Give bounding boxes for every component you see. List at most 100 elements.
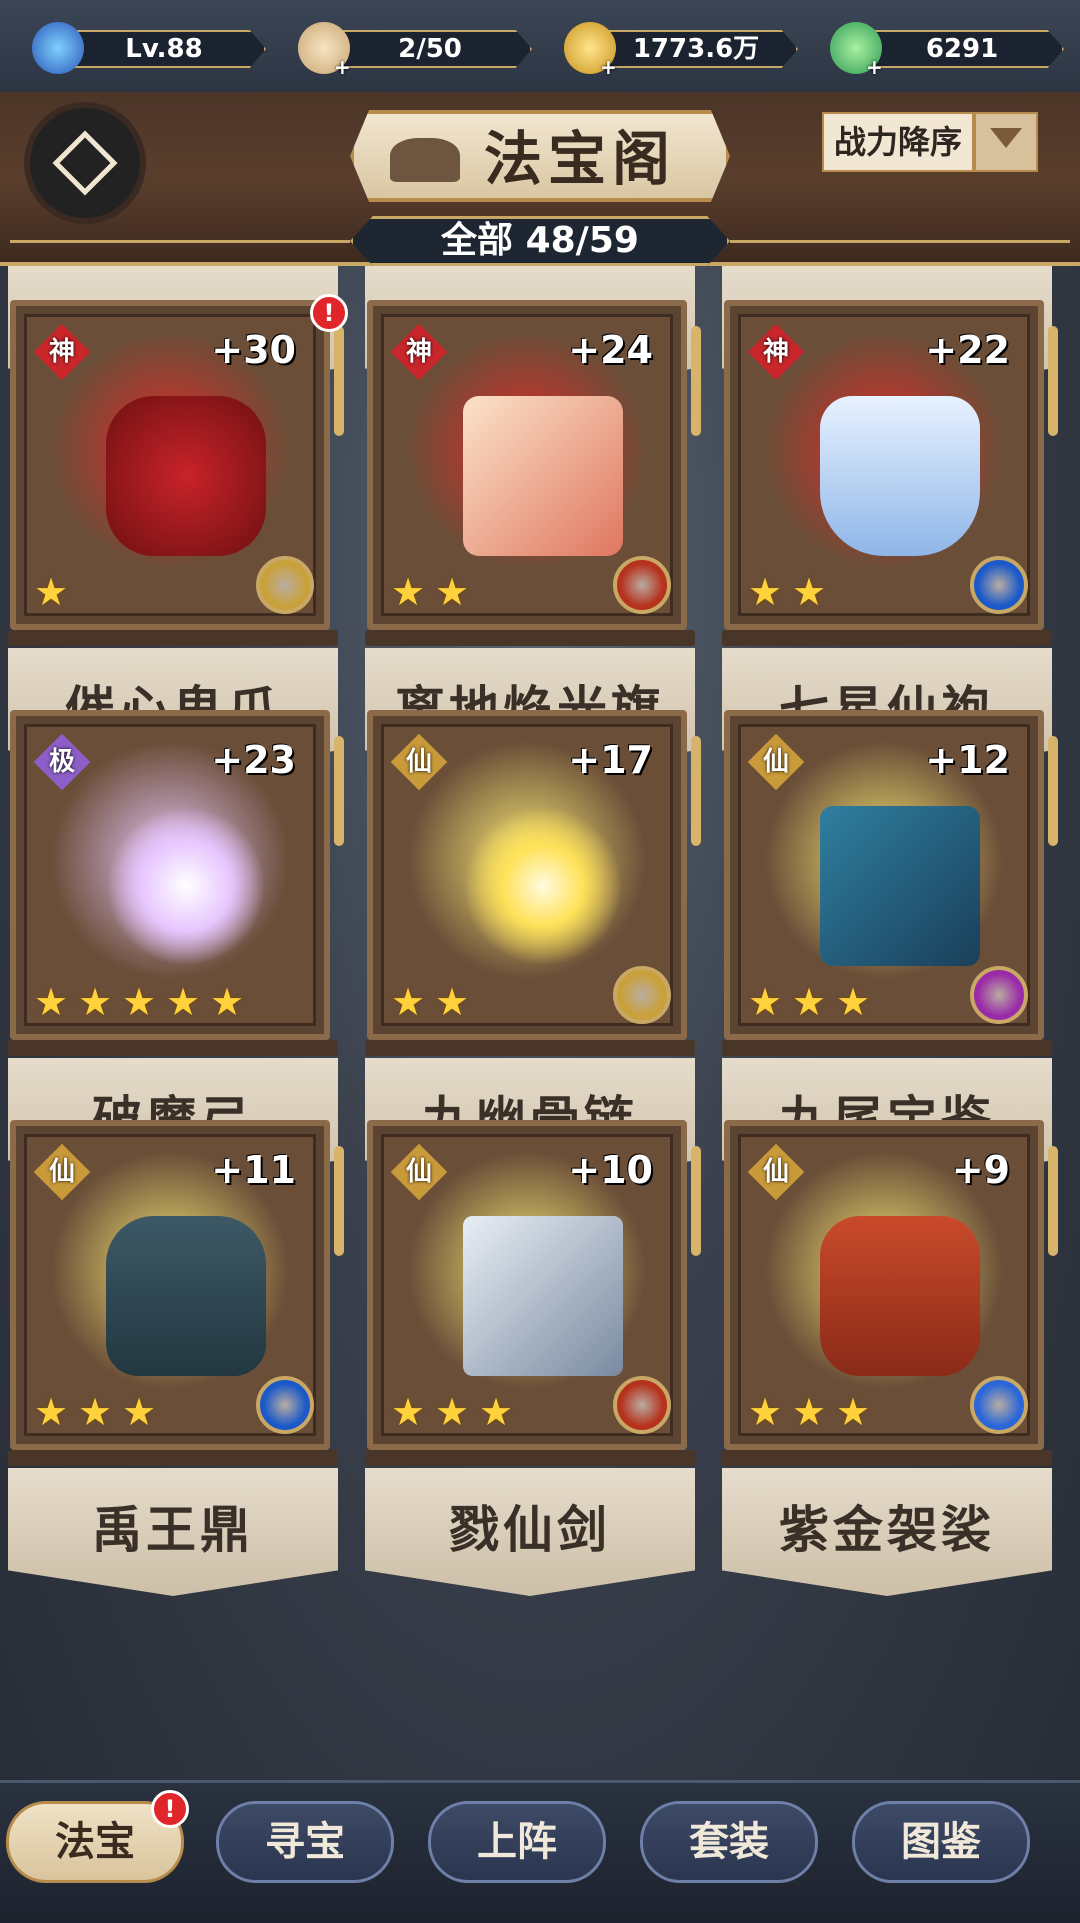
star-icon: ★ [792,570,827,614]
star-icon: ★ [435,980,470,1024]
hanging-rod [1048,736,1058,846]
tab-tujian[interactable]: 图鉴 [852,1801,1030,1883]
rank-label: 仙 [762,747,789,777]
tab-label: 图鉴 [901,1819,981,1865]
hanging-rod [1048,1146,1058,1256]
treasure-frame: 仙 +10 ★ ★ ★ [367,1120,701,1450]
tab-shangzhen[interactable]: 上阵 [428,1801,606,1883]
rank-label: 神 [48,337,75,367]
hanging-rod [1048,326,1058,436]
tab-label: 套装 [689,1819,769,1865]
name-banner: 禹王鼎 [8,1468,338,1596]
add-gold-icon[interactable]: + [600,57,618,77]
enhance-level: +11 [211,1148,296,1192]
rank-label: 仙 [762,1157,789,1187]
star-rating: ★ ★ [391,982,479,1022]
shelf [722,1450,1052,1466]
enhance-level: +17 [568,738,653,782]
star-icon: ★ [34,1390,69,1434]
shelf [722,630,1052,646]
sort-dropdown[interactable]: 战力降序 [822,112,974,172]
title-plate: 法宝阁 [350,110,730,202]
enhance-level: +22 [925,328,1010,372]
hanging-rod [691,326,701,436]
cauldron-icon [106,1216,266,1376]
element-gold-icon [613,966,671,1024]
hanging-rod [334,1146,344,1256]
tab-label: 法宝 [55,1819,135,1865]
treasure-frame: 仙 +9 ★ ★ ★ [724,1120,1058,1450]
banner-icon [463,396,623,556]
star-rating: ★ ★ ★ [34,1392,166,1432]
treasure-grid: 金毫笔 真言念珠 花面印 神 +30 ★ 催心鬼爪 ! [0,266,1080,1776]
add-bun-icon[interactable]: + [334,57,352,77]
star-icon: ★ [391,570,426,614]
element-fire-icon [613,556,671,614]
robe-icon [820,396,980,556]
enhance-level: +24 [568,328,653,372]
star-icon: ★ [78,980,113,1024]
level-value: Lv.88 [62,30,266,68]
element-fire-icon [613,1376,671,1434]
gold-value: 1773.6万 [594,30,798,68]
star-rating: ★ ★ ★ [391,1392,523,1432]
rank-label: 极 [48,747,75,777]
name-banner: 戮仙剑 [365,1468,695,1596]
treasure-frame: 神 +22 ★ ★ [724,300,1058,630]
star-rating: ★ ★ [748,572,836,612]
shelf [722,1040,1052,1056]
name-banner: 紫金袈裟 [722,1468,1052,1596]
star-icon: ★ [210,980,245,1024]
star-icon: ★ [836,1390,871,1434]
star-icon: ★ [792,980,827,1024]
star-icon: ★ [34,570,69,614]
star-rating: ★ ★ [391,572,479,612]
filter-count-label[interactable]: 全部 48/59 [350,216,730,266]
resource-bar: Lv.88 + 2/50 + 1773.6万 + 6291 [0,0,1080,96]
enhance-level: +10 [568,1148,653,1192]
shelf [8,630,338,646]
notification-badge: ! [151,1790,189,1828]
star-rating: ★ ★ ★ [748,982,880,1022]
tab-xunbao[interactable]: 寻宝 [216,1801,394,1883]
treasure-name: 禹王鼎 [92,1501,254,1559]
star-icon: ★ [391,980,426,1024]
tab-fabao[interactable]: 法宝! [6,1790,189,1883]
element-ice-icon [970,1376,1028,1434]
star-rating: ★ [34,572,78,612]
star-icon: ★ [78,1390,113,1434]
enhance-level: +12 [925,738,1010,782]
star-icon: ★ [34,980,69,1024]
hanging-rod [691,736,701,846]
divider-left [10,240,350,243]
tab-taozhuang[interactable]: 套装 [640,1801,818,1883]
star-icon: ★ [479,1390,514,1434]
chevron-down-icon[interactable] [974,112,1038,172]
bottom-nav: 法宝! 寻宝 上阵 套装 图鉴 [0,1780,1080,1923]
book-icon [820,806,980,966]
rank-label: 神 [405,337,432,367]
hanging-rod [334,736,344,846]
rank-label: 仙 [405,1157,432,1187]
add-jade-icon[interactable]: + [866,57,884,77]
enhance-level: +23 [211,738,296,782]
sword-icon [463,1216,623,1376]
notification-badge: ! [310,294,348,332]
hanging-rod [691,1146,701,1256]
treasure-name: 戮仙剑 [449,1501,611,1559]
divider-right [730,240,1070,243]
treasure-frame: 神 +24 ★ ★ [367,300,701,630]
treasure-frame: 神 +30 ★ [10,300,344,630]
star-icon: ★ [122,1390,157,1434]
back-button[interactable] [30,108,140,218]
star-icon: ★ [435,570,470,614]
treasure-frame: 极 +23 ★ ★ ★ ★ ★ [10,710,344,1040]
bow-icon [106,806,266,966]
back-arrow-icon [52,130,118,196]
star-icon: ★ [748,980,783,1024]
shelf [8,1450,338,1466]
bone-chain-icon [463,806,623,966]
star-rating: ★ ★ ★ [748,1392,880,1432]
star-icon: ★ [435,1390,470,1434]
element-dark-icon [970,966,1028,1024]
